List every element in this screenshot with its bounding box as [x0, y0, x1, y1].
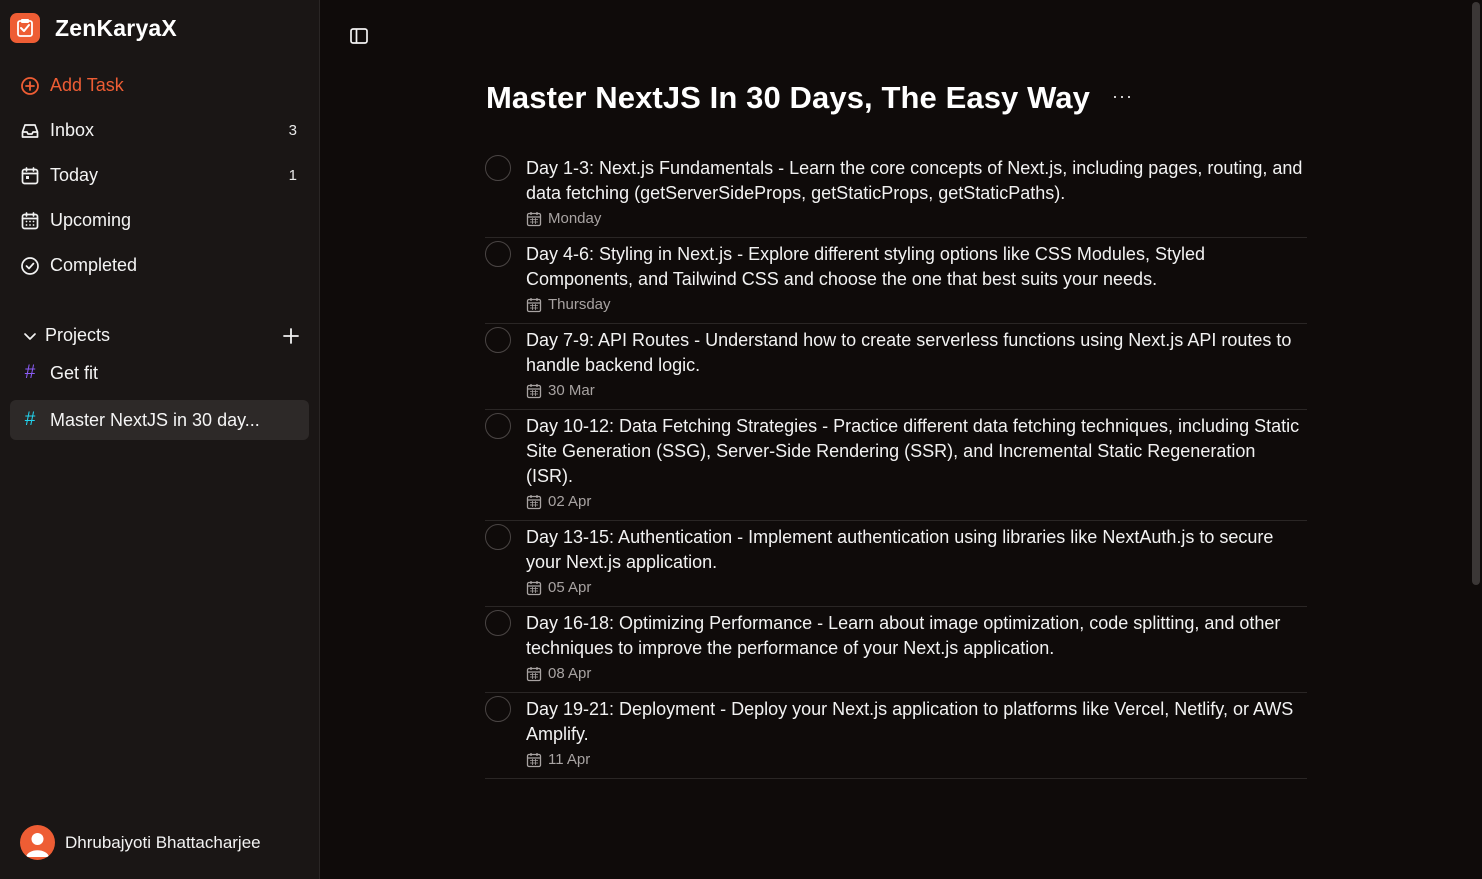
task-due-date: 05 Apr: [548, 579, 592, 596]
hash-icon: #: [24, 362, 36, 383]
more-options-button[interactable]: ···: [1112, 86, 1133, 107]
inbox-icon: [20, 121, 40, 141]
projects-heading: Projects: [45, 325, 111, 345]
app-window: ZenKaryaX Add Task Inbox 3 Today 1 Upcom…: [0, 0, 1482, 879]
task-checkbox[interactable]: [485, 413, 511, 439]
task-due-date: 08 Apr: [548, 665, 592, 682]
calendar-day-icon: [20, 166, 40, 186]
project-list: # Get fit # Master NextJS in 30 day...: [10, 353, 309, 447]
task-checkbox[interactable]: [485, 524, 511, 550]
nav-label: Today: [50, 165, 99, 185]
title-row: Master NextJS In 30 Days, The Easy Way ·…: [486, 80, 1133, 116]
task-due-date: 11 Apr: [548, 751, 591, 768]
avatar: [20, 825, 55, 860]
scrollbar[interactable]: [1470, 0, 1482, 879]
calendar-icon: [526, 752, 542, 768]
brand-name: ZenKaryaX: [55, 14, 177, 41]
plus-icon: [283, 327, 299, 344]
calendar-icon: [526, 494, 542, 510]
calendar-icon: [526, 383, 542, 399]
page-title: Master NextJS In 30 Days, The Easy Way: [486, 80, 1090, 115]
today-count: 1: [288, 167, 297, 184]
calendar-grid-icon: [20, 211, 40, 231]
scrollbar-thumb[interactable]: [1472, 2, 1480, 585]
task-text: Day 10-12: Data Fetching Strategies - Pr…: [526, 416, 1300, 486]
brand-logo-icon: [10, 13, 40, 43]
task-checkbox[interactable]: [485, 155, 511, 181]
sidebar-toggle-icon: [350, 28, 368, 44]
task-checkbox[interactable]: [485, 327, 511, 353]
sidebar-item-completed[interactable]: Completed: [10, 243, 309, 288]
user-name: Dhrubajyoti Bhattacharjee: [65, 832, 261, 852]
task-due: 30 Mar: [526, 382, 1307, 399]
chevron-down-icon[interactable]: [20, 326, 40, 346]
task-checkbox[interactable]: [485, 610, 511, 636]
task-item[interactable]: Day 4-6: Styling in Next.js - Explore di…: [485, 238, 1307, 324]
task-item[interactable]: Day 1-3: Next.js Fundamentals - Learn th…: [485, 152, 1307, 238]
task-list: Day 1-3: Next.js Fundamentals - Learn th…: [485, 152, 1307, 779]
task-checkbox[interactable]: [485, 241, 511, 267]
nav-label: Completed: [50, 255, 138, 275]
task-due: 02 Apr: [526, 493, 1307, 510]
sidebar: ZenKaryaX Add Task Inbox 3 Today 1 Upcom…: [0, 0, 320, 879]
project-item-get-fit[interactable]: # Get fit: [10, 353, 309, 393]
task-due: Thursday: [526, 296, 1307, 313]
task-due: 05 Apr: [526, 579, 1307, 596]
projects-header[interactable]: Projects: [10, 313, 309, 358]
task-due: 11 Apr: [526, 751, 1307, 768]
task-checkbox[interactable]: [485, 696, 511, 722]
task-due-date: 30 Mar: [548, 382, 595, 399]
task-text: Day 7-9: API Routes - Understand how to …: [526, 330, 1292, 375]
sidebar-item-upcoming[interactable]: Upcoming: [10, 198, 309, 243]
task-due: 08 Apr: [526, 665, 1307, 682]
user-profile[interactable]: Dhrubajyoti Bhattacharjee: [20, 825, 261, 860]
sidebar-toggle-button[interactable]: [348, 25, 370, 47]
task-text: Day 13-15: Authentication - Implement au…: [526, 527, 1274, 572]
task-text: Day 1-3: Next.js Fundamentals - Learn th…: [526, 158, 1303, 203]
calendar-icon: [526, 580, 542, 596]
hash-icon: #: [24, 409, 36, 430]
project-item-master-nextjs[interactable]: # Master NextJS in 30 day...: [10, 400, 309, 440]
task-item[interactable]: Day 10-12: Data Fetching Strategies - Pr…: [485, 410, 1307, 521]
add-task-button[interactable]: Add Task: [10, 63, 309, 108]
sidebar-item-inbox[interactable]: Inbox 3: [10, 108, 309, 153]
inbox-count: 3: [288, 122, 297, 139]
main-nav: Add Task Inbox 3 Today 1 Upcoming Comple…: [10, 63, 309, 288]
task-item[interactable]: Day 19-21: Deployment - Deploy your Next…: [485, 693, 1307, 779]
task-item[interactable]: Day 7-9: API Routes - Understand how to …: [485, 324, 1307, 410]
calendar-icon: [526, 297, 542, 313]
task-text: Day 4-6: Styling in Next.js - Explore di…: [526, 244, 1205, 289]
task-due-date: 02 Apr: [548, 493, 592, 510]
task-due: Monday: [526, 210, 1307, 227]
calendar-icon: [526, 666, 542, 682]
task-text: Day 16-18: Optimizing Performance - Lear…: [526, 613, 1281, 658]
nav-label: Inbox: [50, 120, 95, 140]
add-project-button[interactable]: [281, 326, 301, 346]
nav-label: Upcoming: [50, 210, 132, 230]
nav-label: Add Task: [50, 75, 124, 95]
brand[interactable]: ZenKaryaX: [10, 13, 177, 43]
sidebar-item-today[interactable]: Today 1: [10, 153, 309, 198]
task-item[interactable]: Day 16-18: Optimizing Performance - Lear…: [485, 607, 1307, 693]
task-due-date: Monday: [548, 210, 602, 227]
check-circle-icon: [20, 256, 40, 276]
main-content: Master NextJS In 30 Days, The Easy Way ·…: [320, 0, 1482, 879]
project-label: Master NextJS in 30 day...: [50, 409, 260, 430]
task-text: Day 19-21: Deployment - Deploy your Next…: [526, 699, 1294, 744]
task-item[interactable]: Day 13-15: Authentication - Implement au…: [485, 521, 1307, 607]
project-label: Get fit: [50, 362, 99, 383]
calendar-icon: [526, 211, 542, 227]
task-due-date: Thursday: [548, 296, 611, 313]
plus-circle-icon: [20, 76, 40, 96]
